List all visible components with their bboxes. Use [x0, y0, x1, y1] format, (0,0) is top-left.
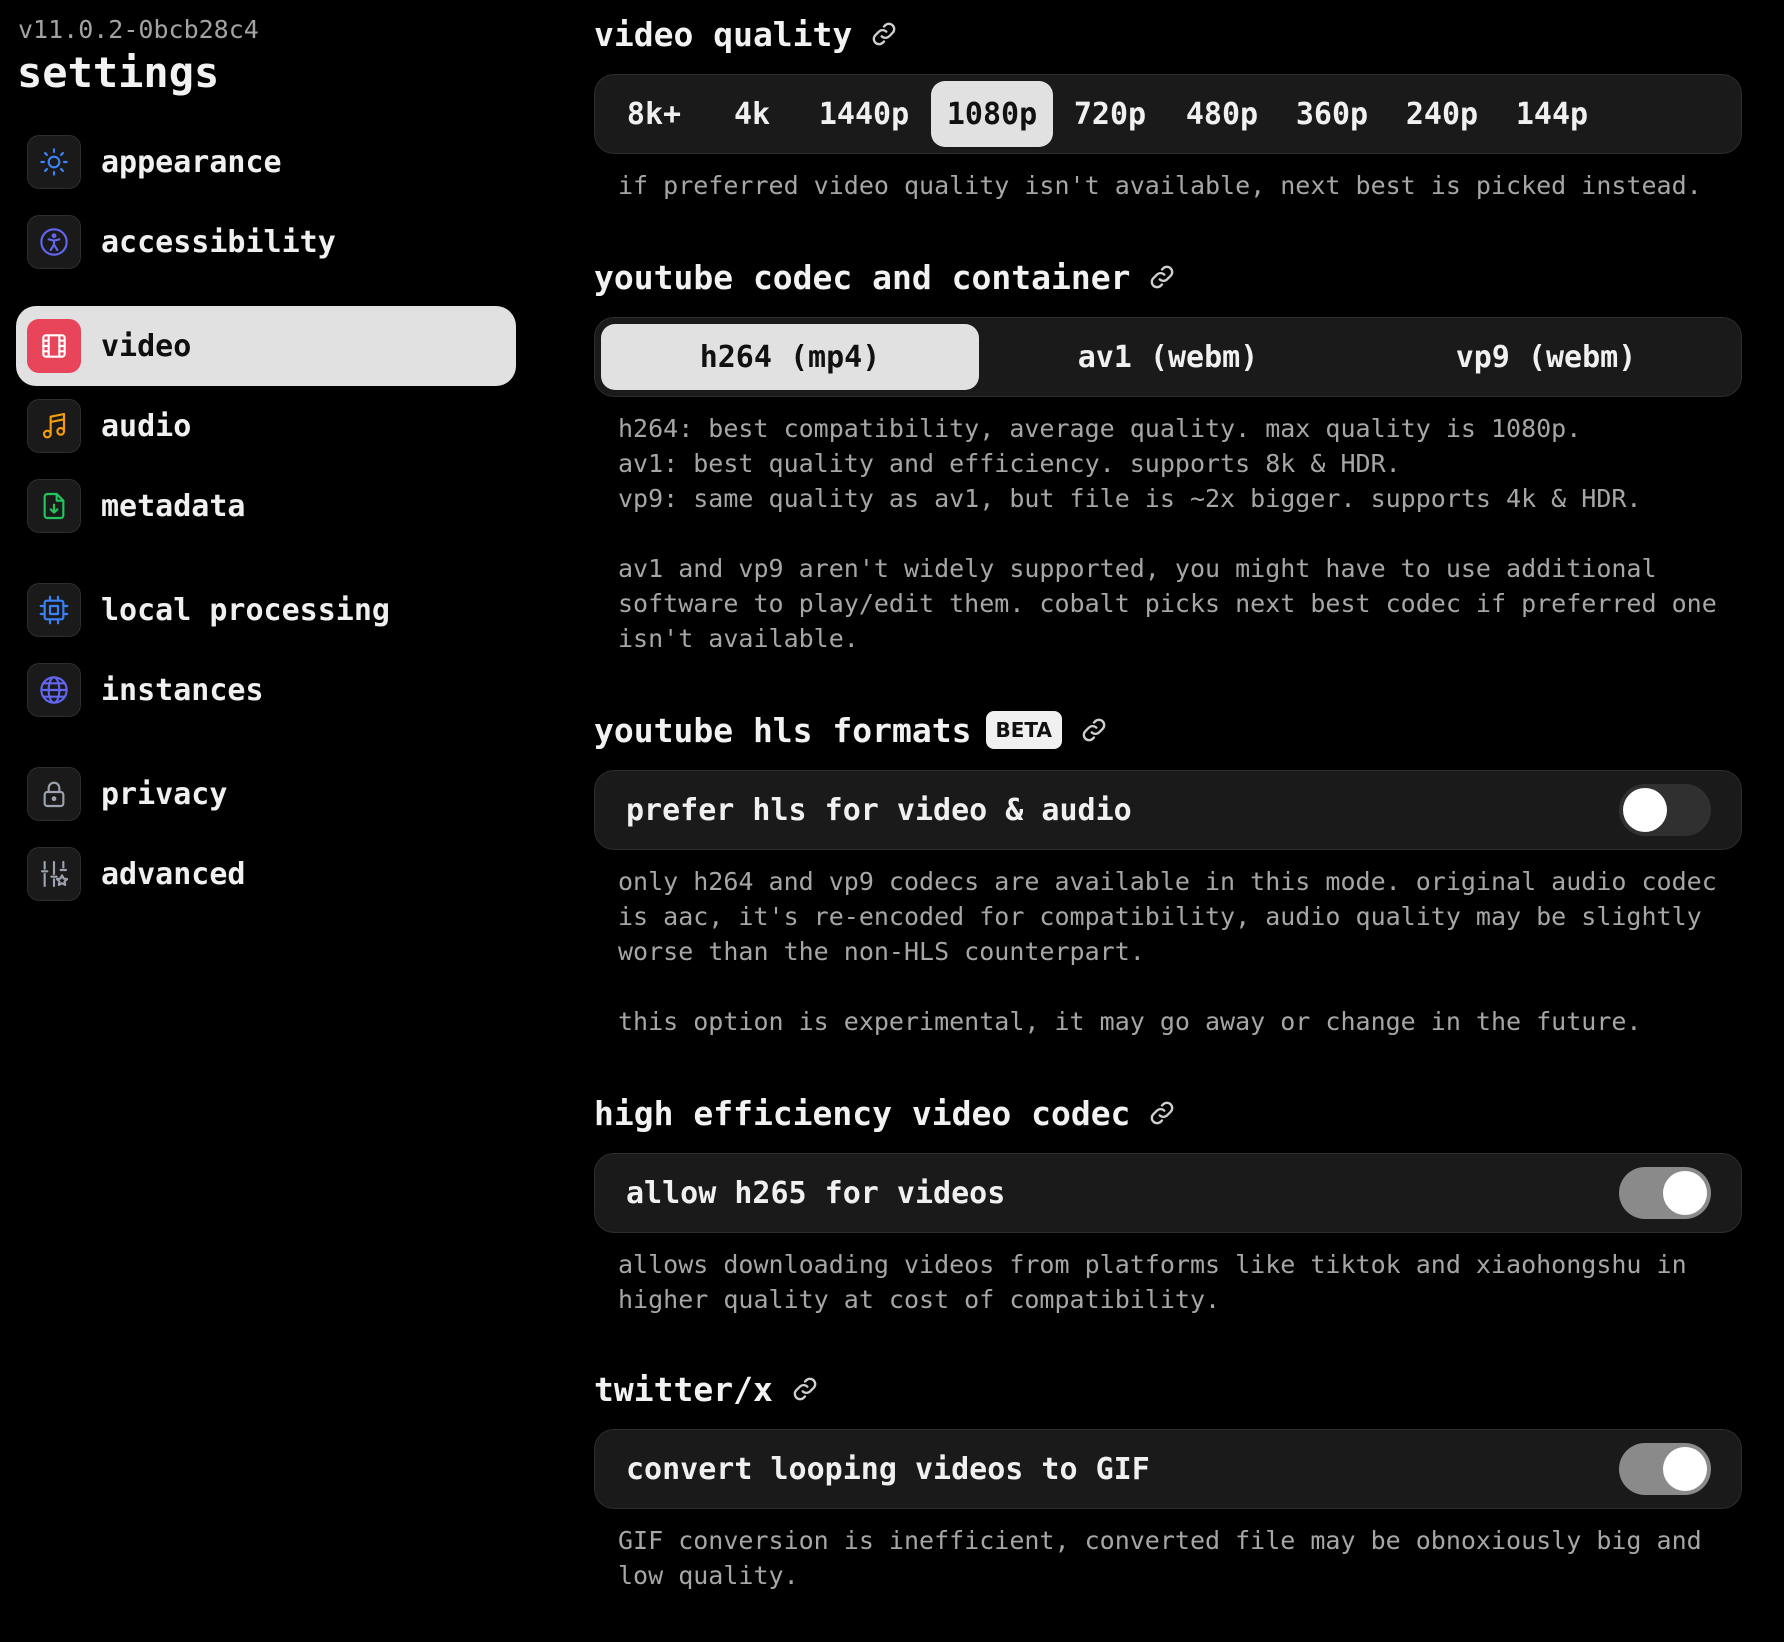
video-quality-option[interactable]: 8k+	[601, 81, 707, 147]
link-icon[interactable]	[870, 20, 898, 48]
sidebar-item-instances[interactable]: instances	[16, 650, 516, 730]
codec-title: youtube codec and container	[594, 257, 1131, 297]
codec-selector: h264 (mp4) av1 (webm) vp9 (webm)	[594, 317, 1742, 397]
section-title: youtube codec and container	[594, 257, 1742, 297]
settings-title: settings	[17, 48, 220, 97]
hls-toggle-switch[interactable]	[1619, 784, 1711, 836]
hevc-section: high efficiency video codec allow h265 f…	[594, 1093, 1742, 1317]
sidebar-item-label: instances	[101, 672, 264, 708]
sidebar-item-local-processing[interactable]: local processing	[16, 570, 516, 650]
sidebar-item-appearance[interactable]: appearance	[16, 122, 516, 202]
accessibility-icon	[27, 215, 81, 269]
file-download-icon	[27, 479, 81, 533]
twitter-toggle-label: convert looping videos to GIF	[626, 1451, 1150, 1487]
sidebar-group: appearance accessibility	[16, 122, 516, 282]
sidebar: v11.0.2-0bcb28c4 settings appearance acce…	[16, 14, 516, 938]
codec-option[interactable]: vp9 (webm)	[1357, 324, 1735, 390]
video-quality-option[interactable]: 1080p	[931, 81, 1053, 147]
video-settings-page: video quality 8k+ 4k 1440p 1080p 720p 480p 360…	[594, 14, 1742, 1593]
beta-badge: BETA	[985, 711, 1062, 749]
sidebar-item-accessibility[interactable]: accessibility	[16, 202, 516, 282]
hls-toggle-row[interactable]: prefer hls for video & audio	[594, 770, 1742, 850]
sidebar-item-label: local processing	[101, 592, 390, 628]
sidebar-item-label: appearance	[101, 144, 282, 180]
sidebar-nav: appearance accessibility video audio metadat…	[16, 122, 516, 914]
twitter-description: GIF conversion is inefficient, converted…	[618, 1526, 1702, 1590]
sidebar-item-label: accessibility	[101, 224, 336, 260]
sidebar-item-label: privacy	[101, 776, 228, 812]
video-quality-option[interactable]: 144p	[1497, 81, 1607, 147]
codec-option[interactable]: av1 (webm)	[979, 324, 1357, 390]
twitter-toggle-row[interactable]: convert looping videos to GIF	[594, 1429, 1742, 1509]
section-title: high efficiency video codec	[594, 1093, 1742, 1133]
sidebar-item-metadata[interactable]: metadata	[16, 466, 516, 546]
twitter-toggle-switch[interactable]	[1619, 1443, 1711, 1495]
hevc-title: high efficiency video codec	[594, 1093, 1131, 1133]
lock-icon	[27, 767, 81, 821]
link-icon[interactable]	[1148, 263, 1176, 291]
video-quality-option[interactable]: 240p	[1387, 81, 1497, 147]
sidebar-item-label: advanced	[101, 856, 246, 892]
cpu-icon	[27, 583, 81, 637]
sidebar-item-advanced[interactable]: advanced	[16, 834, 516, 914]
music-note-icon	[27, 399, 81, 453]
link-icon[interactable]	[791, 1375, 819, 1403]
version-label: v11.0.2-0bcb28c4	[18, 15, 259, 44]
link-icon[interactable]	[1148, 1099, 1176, 1127]
sidebar-group: privacy advanced	[16, 754, 516, 914]
globe-icon	[27, 663, 81, 717]
video-quality-selector: 8k+ 4k 1440p 1080p 720p 480p 360p 240p 144p	[594, 74, 1742, 154]
video-quality-title: video quality	[594, 14, 853, 54]
hevc-description: allows downloading videos from platforms…	[618, 1250, 1687, 1314]
sidebar-item-label: video	[101, 328, 192, 364]
video-quality-option[interactable]: 4k	[707, 81, 797, 147]
sidebar-item-privacy[interactable]: privacy	[16, 754, 516, 834]
sidebar-item-label: audio	[101, 408, 192, 444]
sidebar-group: local processing instances	[16, 570, 516, 730]
twitter-section: twitter/x convert looping videos to GIF …	[594, 1369, 1742, 1593]
video-quality-section: video quality 8k+ 4k 1440p 1080p 720p 480p 360…	[594, 14, 1742, 203]
video-quality-option[interactable]: 360p	[1277, 81, 1387, 147]
twitter-title: twitter/x	[594, 1369, 773, 1409]
codec-description: h264: best compatibility, average qualit…	[618, 414, 1717, 653]
hls-description: only h264 and vp9 codecs are available i…	[618, 867, 1717, 1036]
video-quality-description: if preferred video quality isn't availab…	[618, 171, 1702, 200]
sun-icon	[27, 135, 81, 189]
video-quality-option[interactable]: 1440p	[797, 81, 931, 147]
hevc-toggle-switch[interactable]	[1619, 1167, 1711, 1219]
hevc-toggle-label: allow h265 for videos	[626, 1175, 1006, 1211]
codec-option[interactable]: h264 (mp4)	[601, 324, 979, 390]
section-title: youtube hls formats BETA	[594, 710, 1742, 750]
sidebar-item-label: metadata	[101, 488, 246, 524]
film-icon	[27, 319, 81, 373]
sidebar-item-audio[interactable]: audio	[16, 386, 516, 466]
hls-section: youtube hls formats BETA prefer hls for …	[594, 710, 1742, 1039]
sidebar-group: video audio metadata	[16, 306, 516, 546]
hls-toggle-label: prefer hls for video & audio	[626, 792, 1132, 828]
section-title: video quality	[594, 14, 1742, 54]
toggle-knob	[1663, 1171, 1707, 1215]
toggle-knob	[1663, 1447, 1707, 1491]
toggle-knob	[1623, 788, 1667, 832]
hevc-toggle-row[interactable]: allow h265 for videos	[594, 1153, 1742, 1233]
section-title: twitter/x	[594, 1369, 1742, 1409]
hls-title: youtube hls formats	[594, 710, 972, 750]
codec-section: youtube codec and container h264 (mp4) av…	[594, 257, 1742, 656]
video-quality-option[interactable]: 720p	[1053, 81, 1167, 147]
sliders-star-icon	[27, 847, 81, 901]
link-icon[interactable]	[1080, 716, 1108, 744]
settings-app: v11.0.2-0bcb28c4 settings appearance acce…	[0, 0, 1784, 1642]
video-quality-option[interactable]: 480p	[1167, 81, 1277, 147]
sidebar-item-video[interactable]: video	[16, 306, 516, 386]
